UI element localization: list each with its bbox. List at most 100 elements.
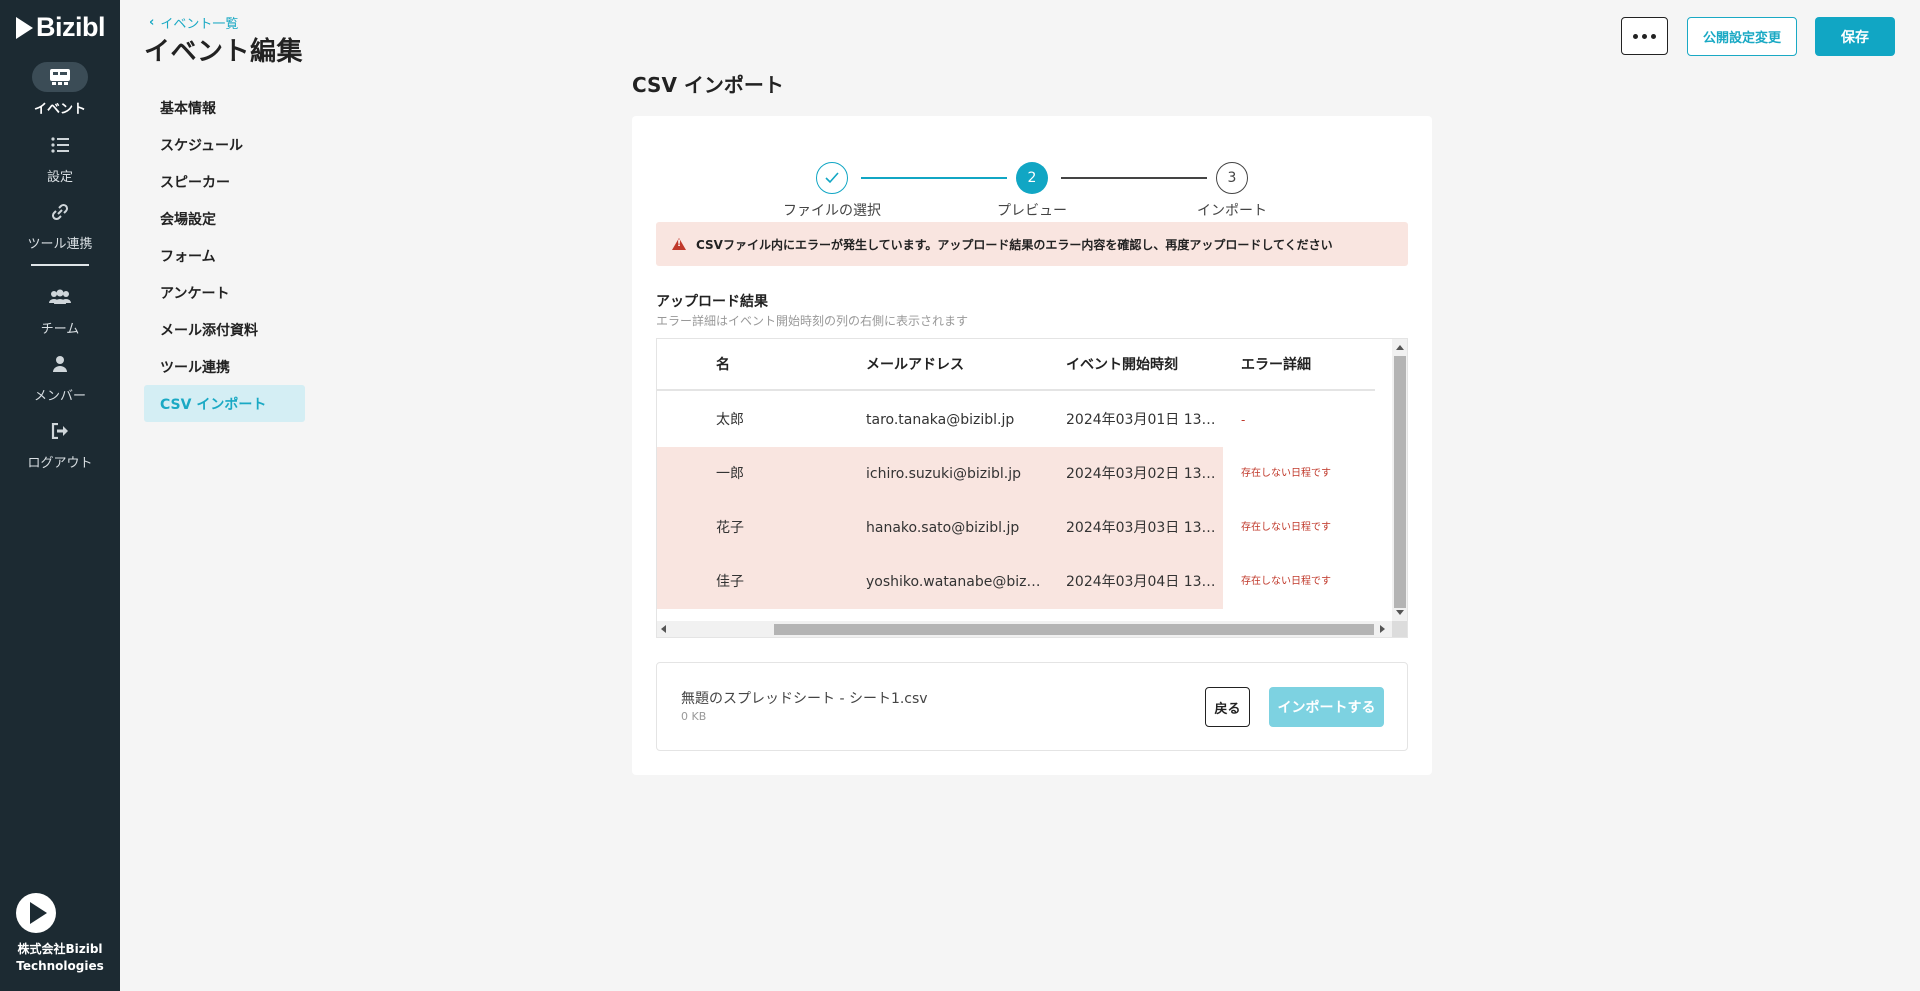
nav-item-team[interactable]: チーム [0,282,120,337]
cell-email: hanako.sato@bizibl.jp [866,520,1020,536]
cell-error-detail: - [1241,413,1246,427]
error-alert: CSVファイル内にエラーが発生しています。アップロード結果のエラー内容を確認し、… [656,222,1408,266]
brand-logo[interactable]: Bizibl [16,12,106,43]
table-row-error: 花子 hanako.sato@bizibl.jp 2024年03月03日 13:… [657,501,1375,555]
save-button[interactable]: 保存 [1815,17,1895,56]
scrollbar-corner [1392,621,1407,637]
step-1-label: ファイルの選択 [783,203,881,219]
scroll-up-arrow-icon[interactable] [1396,345,1404,350]
company-logo[interactable] [16,893,56,933]
cell-name: 一郎 [716,466,744,482]
play-icon [30,902,47,924]
logout-icon [32,416,88,446]
nav-label-event: イベント [33,102,86,117]
cell-error-detail: 存在しない日程です [1241,576,1331,587]
subnav-item-mail-attachments[interactable]: メール添付資料 [144,311,305,348]
more-dot [1633,33,1638,39]
table-row: 太郎 taro.tanaka@bizibl.jp 2024年03月01日 13:… [657,393,1375,447]
cell-error-detail: 存在しない日程です [1241,468,1331,479]
cell-email: taro.tanaka@bizibl.jp [866,412,1015,428]
subnav-item-form[interactable]: フォーム [144,237,305,274]
error-alert-text: CSVファイル内にエラーが発生しています。アップロード結果のエラー内容を確認し、… [696,237,1333,252]
cell-name: 花子 [716,520,744,536]
nav-label-member: メンバー [33,389,86,404]
subnav-item-schedule[interactable]: スケジュール [144,126,305,163]
chevron-left-icon: ‹ [149,15,155,30]
left-navigation: Bizibl イベント 設定 ツール連携 チーム メンバー ログアウト 株式会社… [0,0,120,991]
page-title: イベント編集 [144,37,304,67]
subnav-item-venue[interactable]: 会場設定 [144,200,305,237]
subnav-item-basic-info[interactable]: 基本情報 [144,89,305,126]
nav-divider [31,264,89,266]
cell-error-detail: 存在しない日程です [1241,522,1331,533]
step-1-check-icon [816,162,848,194]
cell-email: ichiro.suzuki@bizibl.jp [866,466,1021,482]
cell-start-time: 2024年03月04日 13:00 [1066,574,1216,590]
selected-file-panel: 無題のスプレッドシート - シート1.csv 0 KB 戻る インポートする [656,662,1408,751]
back-button[interactable]: 戻る [1205,687,1250,727]
nav-label-logout: ログアウト [27,456,93,471]
upload-result-title: アップロード結果 [656,294,768,310]
cell-name: 佳子 [716,574,744,590]
step-2-number: 2 [1016,162,1048,194]
more-options-button[interactable] [1621,17,1668,55]
nav-item-logout[interactable]: ログアウト [0,416,120,471]
step-3-label: インポート [1197,203,1267,219]
company-name-line1: 株式会社Bizibl [17,942,103,956]
section-title: CSV インポート [632,73,784,97]
vertical-scroll-thumb[interactable] [1394,356,1406,608]
cell-start-time: 2024年03月03日 13:00 [1066,520,1216,536]
member-icon [32,349,88,379]
more-dot [1642,33,1647,39]
file-size: 0 KB [681,710,707,723]
subnav-item-tool-integration[interactable]: ツール連携 [144,348,305,385]
edit-subnav: 基本情報 スケジュール スピーカー 会場設定 フォーム アンケート メール添付資… [144,89,305,422]
team-icon [32,282,88,312]
logo-mark-icon [16,16,33,39]
upload-result-subtitle: エラー詳細はイベント開始時刻の列の右側に表示されます [656,314,969,328]
company-name-line2: Technologies [16,959,104,973]
csv-import-card: 2 3 ファイルの選択 プレビュー インポート CSVファイル内にエラーが発生し… [632,116,1432,775]
link-icon [32,197,88,227]
brand-name: Bizibl [36,12,106,42]
nav-item-member[interactable]: メンバー [0,349,120,404]
scroll-down-arrow-icon[interactable] [1396,610,1404,615]
column-header-start-time: イベント開始時刻 [1066,357,1178,373]
column-header-error-detail: エラー詳細 [1241,357,1311,373]
nav-label-team: チーム [40,322,80,337]
scroll-right-arrow-icon[interactable] [1380,625,1385,633]
step-3-number: 3 [1216,162,1248,194]
event-icon [32,62,88,92]
subnav-item-survey[interactable]: アンケート [144,274,305,311]
column-header-name: 名 [716,357,730,373]
back-to-event-list-link[interactable]: ‹ イベント一覧 [149,13,238,32]
table-row-error: 佳子 yoshiko.watanabe@biz… 2024年03月04日 13:… [657,555,1375,609]
file-name: 無題のスプレッドシート - シート1.csv [681,691,928,707]
subnav-item-speaker[interactable]: スピーカー [144,163,305,200]
subnav-item-csv-import[interactable]: CSV インポート [144,385,305,422]
nav-label-tool-integration: ツール連携 [27,237,93,252]
upload-result-table[interactable]: 名 メールアドレス イベント開始時刻 エラー詳細 太郎 taro.tanaka@… [656,338,1408,638]
nav-item-settings[interactable]: 設定 [0,130,120,185]
publish-settings-button[interactable]: 公開設定変更 [1687,17,1797,56]
cell-start-time: 2024年03月02日 13:00 [1066,466,1216,482]
list-icon [32,130,88,160]
table-header: 名 メールアドレス イベント開始時刻 エラー詳細 [657,339,1375,391]
step-connector-2 [1061,177,1207,179]
vertical-scrollbar[interactable] [1392,339,1407,621]
cell-email: yoshiko.watanabe@biz… [866,574,1041,590]
table-row-error: 一郎 ichiro.suzuki@bizibl.jp 2024年03月02日 1… [657,447,1375,501]
more-dot [1651,33,1656,39]
company-name: 株式会社Bizibl Technologies [0,941,120,975]
step-2-label: プレビュー [997,203,1067,219]
column-header-email: メールアドレス [866,357,964,373]
nav-item-tool-integration[interactable]: ツール連携 [0,197,120,252]
horizontal-scrollbar[interactable] [657,621,1392,637]
step-connector-1 [861,177,1007,179]
nav-item-event[interactable]: イベント [0,62,120,117]
import-button[interactable]: インポートする [1269,687,1384,727]
back-link-label: イベント一覧 [160,17,239,32]
scroll-left-arrow-icon[interactable] [661,625,666,633]
horizontal-scroll-thumb[interactable] [774,624,1374,635]
import-stepper: 2 3 ファイルの選択 プレビュー インポート [632,138,1432,219]
